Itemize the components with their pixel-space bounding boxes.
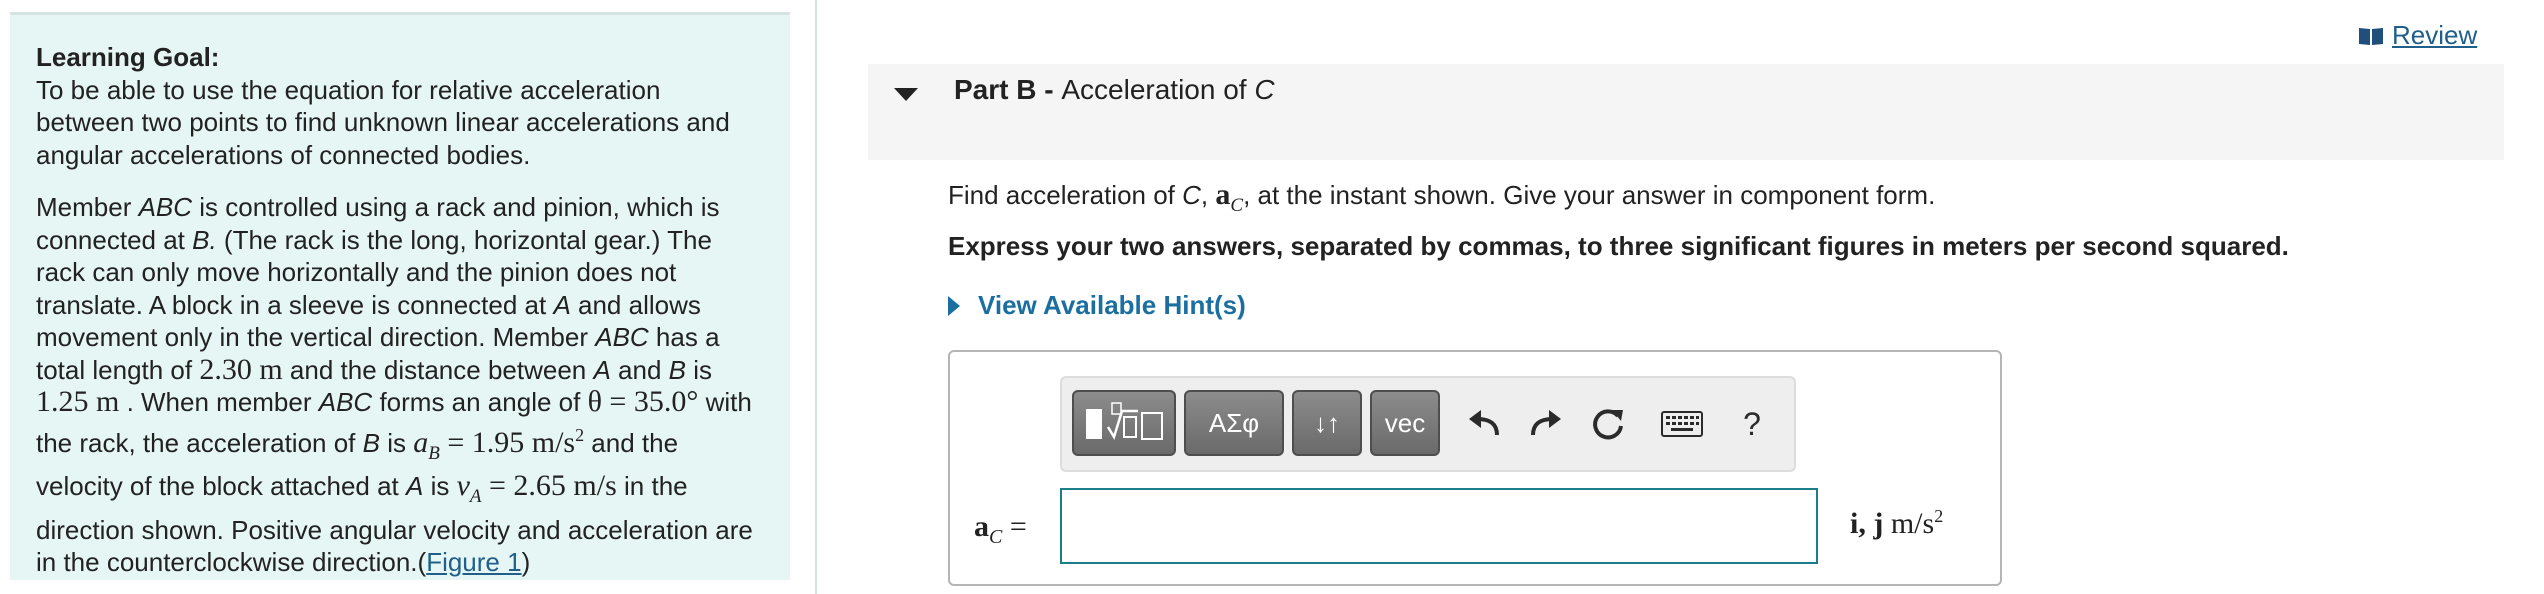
hints-label: View Available Hint(s) bbox=[978, 290, 1246, 320]
subscript-superscript-button[interactable]: ↓↑ bbox=[1292, 390, 1362, 456]
learning-goal-text: To be able to use the equation for relat… bbox=[36, 74, 730, 170]
problem-text: is bbox=[423, 471, 457, 501]
greek-symbols-button[interactable]: ΑΣφ bbox=[1184, 390, 1284, 456]
problem-text: ) bbox=[521, 547, 531, 577]
problem-text: is bbox=[379, 427, 414, 458]
learning-goal-panel: Learning Goal: To be able to use the equ… bbox=[10, 12, 790, 580]
point-label: A bbox=[593, 354, 611, 385]
point-label: A bbox=[406, 471, 424, 501]
book-icon bbox=[2359, 27, 2383, 45]
reset-icon[interactable] bbox=[1584, 400, 1632, 448]
acceleration-b-value: aB = 1.95 m/s2 bbox=[413, 424, 585, 464]
angle-value: θ = 35.0° bbox=[587, 385, 699, 418]
velocity-a-value: vA = 2.65 m/s bbox=[456, 469, 617, 507]
view-hints-toggle[interactable]: View Available Hint(s) bbox=[948, 290, 1246, 321]
answer-label: aC = bbox=[974, 510, 1027, 548]
point-label: A bbox=[553, 289, 571, 320]
learning-goal-title: Learning Goal: bbox=[36, 42, 220, 72]
member-name: ABC bbox=[595, 322, 649, 352]
templates-icon bbox=[1086, 402, 1163, 441]
math-toolbar: ΑΣφ ↓↑ vec ? bbox=[1060, 376, 1796, 472]
figure-link[interactable]: Figure 1 bbox=[426, 547, 521, 577]
panel-divider bbox=[815, 0, 817, 594]
problem-text: forms an angle of bbox=[372, 387, 588, 417]
member-name: ABC bbox=[318, 387, 373, 417]
part-title-variable: C bbox=[1254, 74, 1275, 105]
problem-text: and the distance between bbox=[282, 354, 594, 385]
answer-instruction: Express your two answers, separated by c… bbox=[948, 231, 2289, 261]
length-value: 2.30 m bbox=[199, 352, 283, 386]
collapse-caret-icon[interactable] bbox=[894, 88, 918, 101]
expand-triangle-icon bbox=[948, 295, 960, 316]
part-title-text: Acceleration of bbox=[1061, 74, 1255, 105]
point-label: B bbox=[668, 354, 686, 385]
keyboard-icon[interactable] bbox=[1652, 400, 1712, 448]
answer-input[interactable] bbox=[1060, 488, 1818, 564]
answer-area: ΑΣφ ↓↑ vec ? aC = i, j m/s2 bbox=[948, 350, 2002, 586]
question-text: Find acceleration of C, aC, at the insta… bbox=[948, 178, 1936, 216]
undo-icon[interactable] bbox=[1460, 400, 1508, 448]
distance-value: 1.25 m bbox=[36, 385, 120, 418]
redo-icon[interactable] bbox=[1522, 400, 1570, 448]
answer-units: i, j m/s2 bbox=[1850, 506, 1944, 540]
part-title: Part B - Acceleration of C bbox=[954, 74, 1275, 106]
point-label: B. bbox=[192, 224, 217, 255]
review-link[interactable]: Review bbox=[2358, 20, 2477, 51]
part-label: Part B - bbox=[954, 74, 1062, 105]
templates-button[interactable] bbox=[1072, 390, 1176, 456]
problem-text: . When member bbox=[119, 387, 319, 417]
point-label: B bbox=[362, 427, 380, 458]
problem-statement: Member ABC is controlled using a rack an… bbox=[36, 191, 764, 579]
member-name: ABC bbox=[138, 192, 193, 222]
learning-goal: Learning Goal: To be able to use the equ… bbox=[36, 41, 764, 171]
problem-text: is bbox=[685, 354, 712, 385]
problem-text: and bbox=[610, 354, 669, 385]
help-icon[interactable]: ? bbox=[1728, 400, 1776, 448]
problem-text: Member bbox=[36, 192, 139, 222]
vector-button[interactable]: vec bbox=[1370, 390, 1440, 456]
part-b-header[interactable]: Part B - Acceleration of C bbox=[868, 64, 2504, 160]
review-label: Review bbox=[2392, 20, 2478, 50]
